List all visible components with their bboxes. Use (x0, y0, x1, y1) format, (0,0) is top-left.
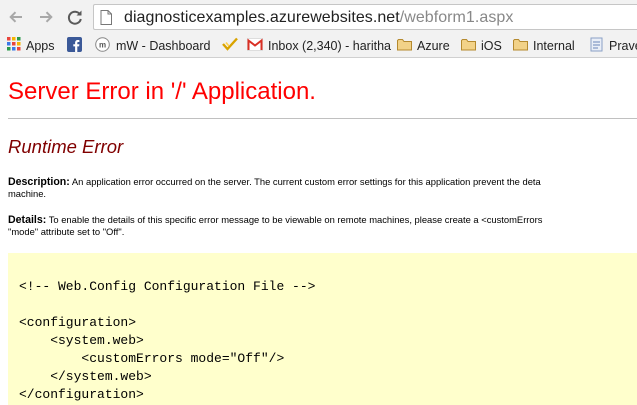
details-paragraph: Details: To enable the details of this s… (8, 214, 637, 238)
url-host: diagnosticexamples.azurewebsites.net (124, 9, 400, 26)
description-text-continued: machine. (8, 188, 47, 200)
code-line: <!-- Web.Config Configuration File --> (19, 279, 316, 294)
bookmark-folder-ios[interactable]: iOS (461, 34, 502, 57)
bookmark-label: Inbox (2,340) - haritha (268, 38, 391, 53)
bookmark-checkmark[interactable] (222, 34, 243, 57)
bookmark-page-icon (590, 37, 604, 55)
url-text[interactable]: diagnosticexamples.azurewebsites.net/web… (124, 8, 513, 28)
code-line: <customErrors mode="Off"/> (19, 351, 285, 366)
address-bar[interactable]: diagnosticexamples.azurewebsites.net/web… (93, 4, 637, 30)
folder-icon (461, 38, 476, 54)
back-arrow-icon[interactable] (4, 5, 28, 29)
code-line: </configuration> (19, 387, 144, 402)
description-text: An application error occurred on the ser… (71, 176, 541, 187)
page-icon (100, 10, 112, 30)
bookmarks-bar: Apps m mW - Dashboard Inbox (2,340) - ha… (0, 34, 637, 58)
details-label: Details: (8, 214, 47, 226)
bookmark-folder-internal[interactable]: Internal (513, 34, 575, 57)
bookmark-label: Apps (26, 38, 55, 53)
bookmark-gmail-inbox[interactable]: Inbox (2,340) - haritha (247, 34, 391, 57)
bookmark-mw-dashboard[interactable]: m mW - Dashboard (95, 34, 210, 57)
code-line: <system.web> (19, 333, 144, 348)
checkmark-icon (222, 37, 238, 55)
bookmark-label: Prave (609, 38, 637, 53)
svg-text:m: m (99, 40, 106, 49)
reload-icon[interactable] (63, 5, 87, 29)
divider (8, 118, 637, 119)
error-subtitle: Runtime Error (8, 136, 124, 157)
folder-icon (513, 38, 528, 54)
bookmark-facebook[interactable] (67, 34, 87, 57)
bookmark-apps[interactable]: Apps (7, 34, 55, 57)
page-title: Server Error in '/' Application. (8, 78, 316, 105)
bookmark-folder-azure[interactable]: Azure (397, 34, 450, 57)
code-line: </system.web> (19, 369, 152, 384)
forward-arrow-icon[interactable] (34, 5, 58, 29)
browser-toolbar: diagnosticexamples.azurewebsites.net/web… (0, 0, 637, 34)
config-code-block: <!-- Web.Config Configuration File --> <… (19, 278, 315, 404)
folder-icon (397, 38, 412, 54)
mw-icon: m (95, 36, 111, 55)
details-text: To enable the details of this specific e… (48, 214, 543, 225)
code-line: <configuration> (19, 315, 137, 330)
apps-grid-icon (7, 37, 21, 54)
bookmark-label: mW - Dashboard (116, 38, 211, 53)
description-paragraph: Description: An application error occurr… (8, 176, 637, 200)
bookmark-label: Internal (533, 38, 575, 53)
url-path: /webform1.aspx (399, 9, 514, 26)
bookmark-prave[interactable]: Prave (590, 34, 637, 57)
bookmark-label: Azure (417, 38, 450, 53)
description-label: Description: (8, 176, 70, 188)
details-text-continued: "mode" attribute set to "Off". (8, 226, 125, 238)
bookmark-label: iOS (481, 38, 502, 53)
facebook-icon (67, 36, 82, 55)
gmail-icon (247, 37, 263, 54)
